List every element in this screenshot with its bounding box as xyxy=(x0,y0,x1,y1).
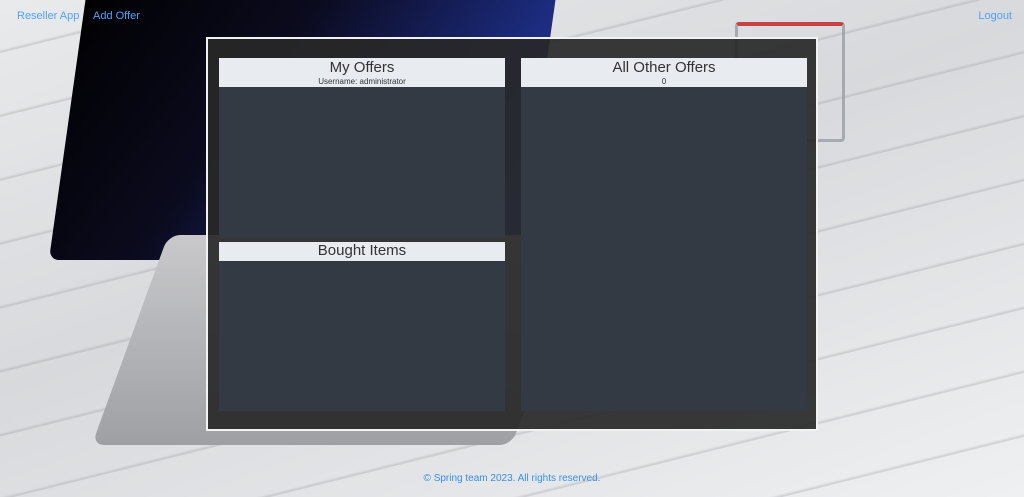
main-panel: My Offers Username: administrator Bought… xyxy=(206,37,818,431)
username-label: Username: administrator xyxy=(318,77,406,86)
other-offers-card: All Other Offers 0 xyxy=(521,58,807,411)
bought-items-header: Bought Items xyxy=(219,242,505,261)
bought-items-title: Bought Items xyxy=(317,242,407,259)
top-navbar: Reseller App Add Offer Logout xyxy=(0,0,1024,34)
my-offers-title: My Offers xyxy=(329,59,395,76)
other-offers-header: All Other Offers 0 xyxy=(521,58,807,87)
my-offers-header: My Offers Username: administrator xyxy=(219,58,505,87)
logout-link[interactable]: Logout xyxy=(978,10,1012,22)
my-offers-card: My Offers Username: administrator xyxy=(219,58,505,238)
other-offers-count: 0 xyxy=(661,77,667,86)
footer-copyright: © Spring team 2023. All rights reserved. xyxy=(423,473,601,484)
bought-items-card: Bought Items xyxy=(219,242,505,411)
other-offers-title: All Other Offers xyxy=(612,59,716,76)
add-offer-link[interactable]: Add Offer xyxy=(93,10,140,22)
brand-link[interactable]: Reseller App xyxy=(17,10,79,22)
